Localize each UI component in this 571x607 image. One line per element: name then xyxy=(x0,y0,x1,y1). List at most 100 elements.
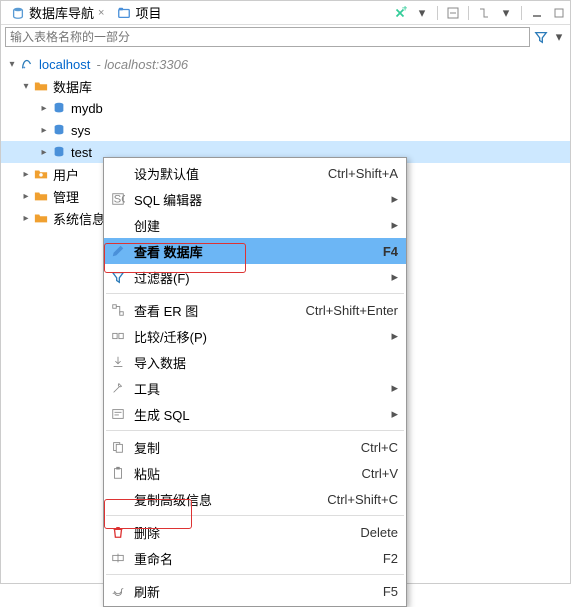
tree-label: localhost xyxy=(39,57,90,72)
menu-create[interactable]: 创建 ▸ xyxy=(104,212,406,238)
submenu-icon: ▸ xyxy=(391,269,398,285)
tree-db-folder[interactable]: ▾ 数据库 xyxy=(1,75,570,97)
db-nav-icon xyxy=(11,6,25,20)
maximize-icon[interactable] xyxy=(552,6,566,20)
link-icon[interactable] xyxy=(477,6,491,20)
gensql-icon xyxy=(108,404,128,424)
minimize-icon[interactable] xyxy=(530,6,544,20)
toolbar-right: + ▾ ▾ xyxy=(393,6,566,20)
menu-shortcut: Ctrl+Shift+C xyxy=(327,492,398,507)
twisty-icon[interactable]: ▾ xyxy=(19,81,33,92)
pencil-icon xyxy=(108,241,128,261)
dropdown-icon[interactable]: ▾ xyxy=(415,6,429,20)
admin-folder-icon xyxy=(33,188,49,204)
rename-icon xyxy=(108,548,128,568)
menu-shortcut: Ctrl+C xyxy=(361,440,398,455)
menu-er-diagram[interactable]: 查看 ER 图 Ctrl+Shift+Enter xyxy=(104,297,406,323)
menu-label: 粘贴 xyxy=(134,464,362,483)
menu-label: SQL 编辑器 xyxy=(134,190,385,209)
search-input[interactable] xyxy=(5,27,530,47)
twisty-icon[interactable]: ▸ xyxy=(37,103,51,114)
menu-separator xyxy=(106,515,404,516)
menu-import[interactable]: 导入数据 xyxy=(104,349,406,375)
menu-sql-editor[interactable]: SQL SQL 编辑器 ▸ xyxy=(104,186,406,212)
twisty-icon[interactable]: ▸ xyxy=(19,213,33,224)
folder-icon xyxy=(33,78,49,94)
menu-label: 工具 xyxy=(134,379,385,398)
er-icon xyxy=(108,300,128,320)
twisty-icon[interactable]: ▸ xyxy=(37,147,51,158)
sql-icon: SQL xyxy=(108,189,128,209)
import-icon xyxy=(108,352,128,372)
tree-label: 用户 xyxy=(53,165,79,184)
menu-delete[interactable]: 删除 Delete xyxy=(104,519,406,545)
submenu-icon: ▸ xyxy=(391,406,398,422)
menu-filter[interactable]: 过滤器(F) ▸ xyxy=(104,264,406,290)
tree-label: test xyxy=(71,145,92,160)
menu-copy-advanced[interactable]: 复制高级信息 Ctrl+Shift+C xyxy=(104,486,406,512)
copy-icon xyxy=(108,437,128,457)
mysql-icon xyxy=(19,56,35,72)
new-connection-icon[interactable]: + xyxy=(393,6,407,20)
svg-text:SQL: SQL xyxy=(114,194,125,206)
submenu-icon: ▸ xyxy=(391,217,398,233)
menu-rename[interactable]: 重命名 F2 xyxy=(104,545,406,571)
menu-label: 比较/迁移(P) xyxy=(134,327,385,346)
trash-icon xyxy=(108,522,128,542)
database-icon xyxy=(51,122,67,138)
tree-db-item[interactable]: ▸ mydb xyxy=(1,97,570,119)
close-icon[interactable]: × xyxy=(98,7,104,19)
twisty-icon[interactable]: ▸ xyxy=(19,191,33,202)
tab-label: 项目 xyxy=(135,3,161,22)
menu-label: 设为默认值 xyxy=(134,164,328,183)
menu-refresh[interactable]: 刷新 F5 xyxy=(104,578,406,604)
tree-db-item[interactable]: ▸ sys xyxy=(1,119,570,141)
menu-view-db[interactable]: 查看 数据库 F4 xyxy=(104,238,406,264)
twisty-icon[interactable]: ▸ xyxy=(37,125,51,136)
menu-set-default[interactable]: 设为默认值 Ctrl+Shift+A xyxy=(104,160,406,186)
menu-separator xyxy=(106,574,404,575)
tab-db-navigator[interactable]: 数据库导航 × xyxy=(5,1,111,24)
dropdown2-icon[interactable]: ▾ xyxy=(499,6,513,20)
sysinfo-folder-icon xyxy=(33,210,49,226)
submenu-icon: ▸ xyxy=(391,380,398,396)
paste-icon xyxy=(108,463,128,483)
tab-projects[interactable]: 项目 xyxy=(111,1,168,24)
menu-gen-sql[interactable]: 生成 SQL ▸ xyxy=(104,401,406,427)
menu-label: 删除 xyxy=(134,523,360,542)
menu-shortcut: Ctrl+V xyxy=(362,466,398,481)
menu-shortcut: Ctrl+Shift+A xyxy=(328,166,398,181)
database-icon xyxy=(51,100,67,116)
twisty-icon[interactable]: ▸ xyxy=(19,169,33,180)
tree-label: sys xyxy=(71,123,91,138)
tree-connection[interactable]: ▾ localhost - localhost:3306 xyxy=(1,53,570,75)
compare-icon xyxy=(108,326,128,346)
database-icon xyxy=(51,144,67,160)
menu-label: 刷新 xyxy=(134,582,383,601)
menu-shortcut: F4 xyxy=(383,244,398,259)
menu-separator xyxy=(106,293,404,294)
tabbar: 数据库导航 × 项目 + ▾ ▾ xyxy=(1,1,570,25)
menu-paste[interactable]: 粘贴 Ctrl+V xyxy=(104,460,406,486)
menu-label: 复制高级信息 xyxy=(134,490,327,509)
menu-compare[interactable]: 比较/迁移(P) ▸ xyxy=(104,323,406,349)
menu-label: 导入数据 xyxy=(134,353,398,372)
menu-separator xyxy=(106,430,404,431)
menu-copy[interactable]: 复制 Ctrl+C xyxy=(104,434,406,460)
context-menu: 设为默认值 Ctrl+Shift+A SQL SQL 编辑器 ▸ 创建 ▸ 查看… xyxy=(103,157,407,607)
filter-icon xyxy=(108,267,128,287)
menu-tools[interactable]: 工具 ▸ xyxy=(104,375,406,401)
tab-label: 数据库导航 xyxy=(29,3,94,22)
menu-label: 重命名 xyxy=(134,549,383,568)
projects-icon xyxy=(117,6,131,20)
dropdown3-icon[interactable]: ▾ xyxy=(552,30,566,44)
filter-icon[interactable] xyxy=(534,30,548,44)
submenu-icon: ▸ xyxy=(391,191,398,207)
blank-icon xyxy=(108,163,128,183)
menu-label: 查看 ER 图 xyxy=(134,301,306,320)
tree-label: 管理 xyxy=(53,187,79,206)
twisty-icon[interactable]: ▾ xyxy=(5,59,19,70)
collapse-icon[interactable] xyxy=(446,6,460,20)
menu-shortcut: Ctrl+Shift+Enter xyxy=(306,303,399,318)
tree-label: mydb xyxy=(71,101,103,116)
